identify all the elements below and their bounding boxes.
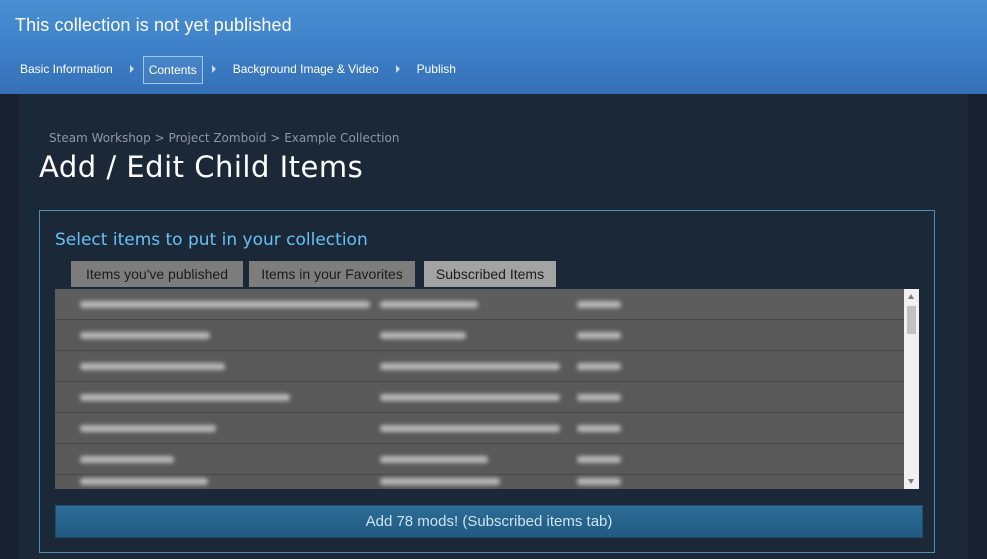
list-scrollbar[interactable] <box>904 289 919 489</box>
main-content: Steam Workshop > Project Zomboid > Examp… <box>19 94 968 559</box>
item-title-redacted <box>80 363 225 370</box>
step-arrow-icon <box>395 65 400 73</box>
subscribed-items-list[interactable] <box>55 289 919 489</box>
item-action-redacted <box>577 425 621 432</box>
item-author-redacted <box>380 394 560 401</box>
item-author-redacted <box>380 425 560 432</box>
child-items-panel: Select items to put in your collection I… <box>39 210 935 553</box>
list-item[interactable] <box>55 289 904 320</box>
tab-items-published[interactable]: Items you've published <box>71 261 243 287</box>
list-item[interactable] <box>55 382 904 413</box>
scroll-down-arrow-icon[interactable] <box>908 479 914 484</box>
list-item[interactable] <box>55 351 904 382</box>
list-item[interactable] <box>55 320 904 351</box>
item-action-redacted <box>577 301 621 308</box>
step-contents[interactable]: Contents <box>142 56 203 84</box>
item-title-redacted <box>80 425 216 432</box>
left-gutter <box>0 94 19 559</box>
item-author-redacted <box>380 332 466 339</box>
list-item[interactable] <box>55 413 904 444</box>
unpublished-banner: This collection is not yet published Bas… <box>0 0 987 95</box>
step-arrow-icon <box>211 65 216 73</box>
list-item[interactable] <box>55 475 904 489</box>
item-action-redacted <box>577 394 621 401</box>
tab-subscribed-items[interactable]: Subscribed Items <box>424 261 556 287</box>
breadcrumb-example-collection[interactable]: Example Collection <box>284 131 399 145</box>
item-author-redacted <box>380 301 478 308</box>
page-title: Add / Edit Child Items <box>39 150 364 184</box>
item-action-redacted <box>577 456 621 463</box>
banner-title: This collection is not yet published <box>15 15 292 35</box>
item-title-redacted <box>80 394 290 401</box>
breadcrumb-separator: > <box>270 131 285 145</box>
item-title-redacted <box>80 478 208 485</box>
item-title-redacted <box>80 332 210 339</box>
right-gutter <box>968 94 987 559</box>
item-action-redacted <box>577 363 621 370</box>
scroll-thumb[interactable] <box>907 306 916 334</box>
breadcrumb-separator: > <box>154 131 169 145</box>
item-source-tabs: Items you've published Items in your Fav… <box>55 261 919 288</box>
list-item[interactable] <box>55 444 904 475</box>
wizard-steps: Basic Information Contents Background Im… <box>12 56 464 84</box>
breadcrumb-steam-workshop[interactable]: Steam Workshop <box>49 131 151 145</box>
add-mods-button[interactable]: Add 78 mods! (Subscribed items tab) <box>55 505 923 538</box>
item-action-redacted <box>577 332 621 339</box>
breadcrumb: Steam Workshop > Project Zomboid > Examp… <box>49 131 399 145</box>
tab-items-favorites[interactable]: Items in your Favorites <box>249 261 415 287</box>
scroll-up-arrow-icon[interactable] <box>908 294 914 299</box>
breadcrumb-project-zomboid[interactable]: Project Zomboid <box>168 131 266 145</box>
step-background-image-video[interactable]: Background Image & Video <box>225 57 387 81</box>
step-basic-information[interactable]: Basic Information <box>12 57 121 81</box>
item-author-redacted <box>380 363 560 370</box>
panel-title: Select items to put in your collection <box>55 230 368 250</box>
item-author-redacted <box>380 456 488 463</box>
item-author-redacted <box>380 478 500 485</box>
step-arrow-icon <box>129 65 134 73</box>
item-title-redacted <box>80 456 174 463</box>
item-action-redacted <box>577 478 621 485</box>
step-publish[interactable]: Publish <box>409 57 464 81</box>
item-title-redacted <box>80 301 370 308</box>
